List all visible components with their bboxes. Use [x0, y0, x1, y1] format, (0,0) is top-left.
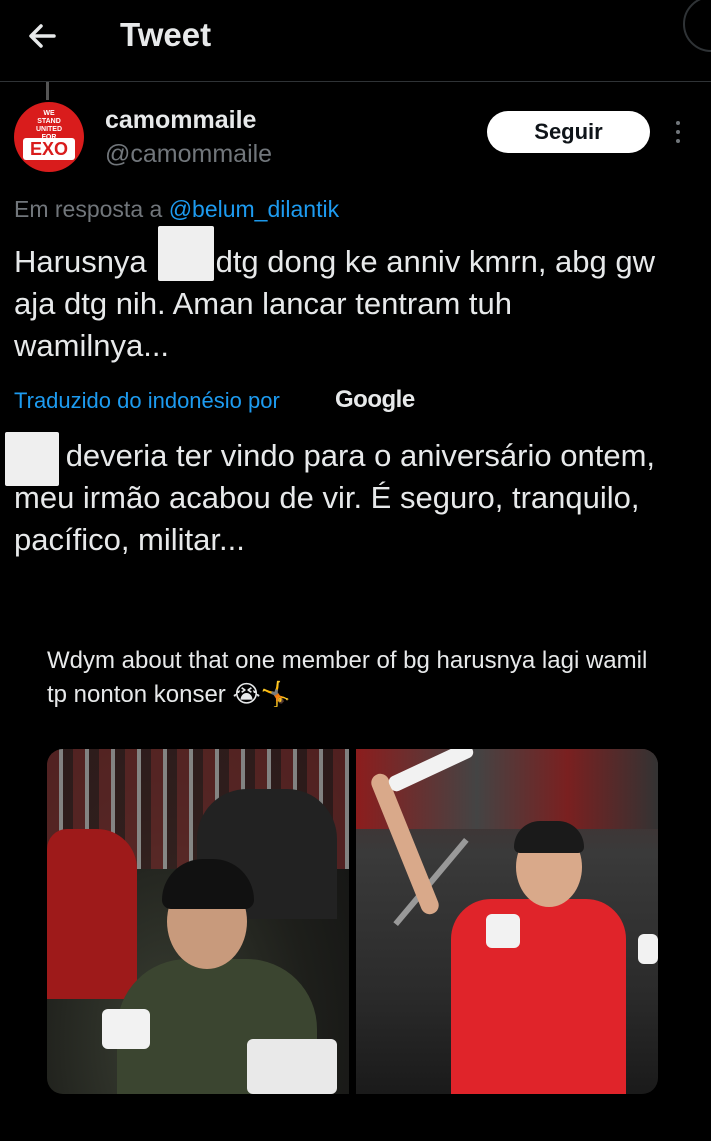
quoted-text: Wdym about that one member of bg harusny… — [47, 647, 648, 708]
lightstick — [247, 1039, 337, 1094]
lightstick — [638, 934, 658, 964]
translation-attribution[interactable]: Traduzido do indonésio por — [14, 388, 280, 414]
author-handle[interactable]: @camommaile — [105, 140, 272, 169]
photo-concert-left[interactable] — [47, 749, 349, 1094]
partial-circle-button[interactable] — [683, 0, 711, 52]
more-dots-icon — [676, 121, 680, 125]
avatar[interactable]: WE STAND UNITED FOR EXO — [14, 102, 84, 172]
person-hair — [514, 821, 584, 853]
back-button[interactable] — [22, 16, 62, 56]
translated-text: deveria ter vindo para o aniversário ont… — [14, 438, 656, 557]
avatar-exo-text: EXO — [23, 138, 75, 160]
follow-button[interactable]: Seguir — [487, 111, 650, 153]
author-display-name[interactable]: camommaile — [105, 106, 256, 135]
reply-mention-link[interactable]: @belum_dilantik — [169, 196, 339, 222]
page-title: Tweet — [120, 16, 212, 53]
photo-concert-right[interactable] — [356, 749, 658, 1094]
lightstick — [486, 914, 520, 948]
censor-block — [158, 226, 214, 281]
person-red-jacket — [47, 829, 137, 999]
arrow-left-icon — [29, 24, 56, 48]
person-red-tshirt — [451, 899, 626, 1094]
reply-context: Em resposta a @belum_dilantik — [14, 196, 340, 222]
tweet-text: Harusnya dtg dong ke anniv kmrn, abg gw … — [14, 244, 664, 363]
lightstick — [102, 1009, 150, 1049]
top-bar: Tweet — [0, 0, 711, 82]
more-options-button[interactable] — [668, 118, 688, 148]
thread-connector-line — [46, 82, 49, 100]
censor-block — [5, 432, 59, 486]
google-logo: Google — [335, 386, 415, 413]
